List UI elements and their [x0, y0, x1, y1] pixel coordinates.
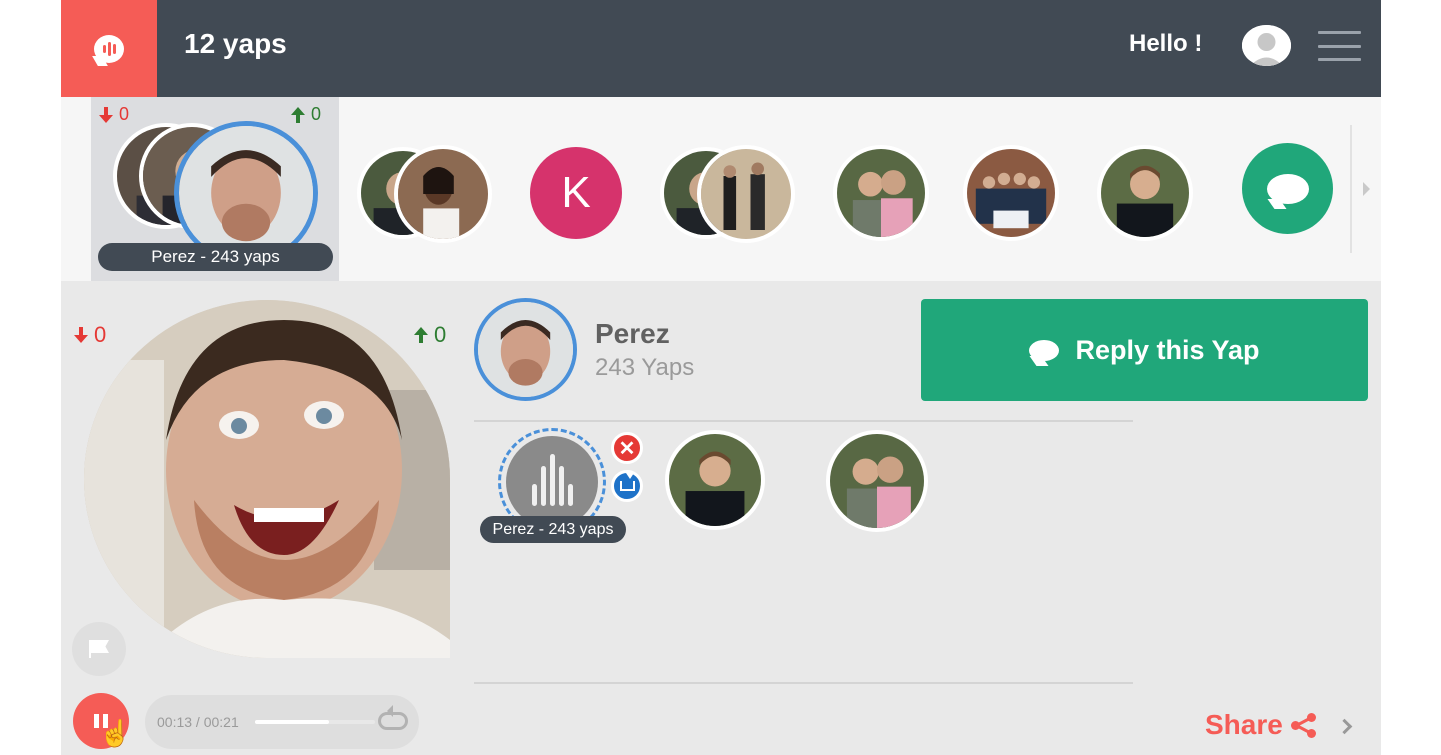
divider — [474, 420, 1133, 422]
repeat-icon[interactable] — [378, 712, 408, 730]
share-icon — [1290, 712, 1317, 738]
main-downvote[interactable]: 0 — [74, 322, 106, 348]
profile-yap-count: 243 Yaps — [595, 354, 695, 381]
strip-avatar-woman[interactable] — [394, 145, 492, 243]
progress-fill — [255, 720, 330, 724]
chat-bubble-icon — [1266, 173, 1309, 204]
main-yap-photo — [84, 300, 450, 658]
page-title: 12 yaps — [184, 28, 287, 59]
arrow-down-icon — [74, 327, 88, 343]
strip-avatar-two-friends[interactable] — [833, 145, 929, 241]
audio-wave-icon — [530, 453, 575, 511]
upvote-count[interactable]: 0 — [291, 104, 321, 125]
yap-app: 12 yaps Hello ! 0 0 Perez - 243 yaps K 0… — [61, 0, 1381, 755]
report-button[interactable] — [72, 622, 126, 676]
top-bar: 12 yaps Hello ! — [61, 0, 1381, 97]
chat-bubble-icon — [1029, 339, 1060, 361]
hand-cursor-icon: ☝ — [99, 718, 132, 748]
player-time: 00:13 / 00:21 — [157, 714, 239, 730]
chevron-right-icon[interactable] — [1336, 718, 1353, 735]
user-avatar[interactable] — [1242, 25, 1291, 66]
share-label: Share — [1205, 709, 1283, 740]
strip-divider — [1350, 125, 1352, 253]
strip-item-selected[interactable]: 0 0 Perez - 243 yaps — [91, 97, 339, 281]
reply-button[interactable]: Reply this Yap — [921, 299, 1368, 401]
profile-name[interactable]: Perez — [595, 318, 670, 350]
strip-avatar-k[interactable]: K — [530, 147, 622, 239]
arrow-up-icon — [414, 327, 428, 343]
delete-reply-button[interactable]: ✕ — [611, 432, 643, 464]
user-silhouette-icon — [1242, 25, 1291, 66]
reply-avatar-two-friends[interactable] — [826, 430, 928, 532]
download-reply-button[interactable] — [611, 470, 643, 502]
close-icon: ✕ — [618, 437, 636, 460]
hamburger-icon[interactable] — [1318, 31, 1361, 61]
yap-strip: 0 0 Perez - 243 yaps K — [61, 97, 1381, 281]
arrow-up-icon — [291, 106, 305, 123]
strip-next-arrow-icon[interactable] — [1363, 182, 1370, 196]
yap-logo-icon — [94, 34, 124, 63]
download-icon — [619, 473, 635, 491]
divider — [474, 682, 1133, 684]
audio-player[interactable]: 00:13 / 00:21 — [145, 695, 419, 749]
strip-selected-label: Perez - 243 yaps — [98, 243, 333, 271]
reply-button-label: Reply this Yap — [1075, 334, 1260, 365]
new-yap-button[interactable] — [1242, 143, 1333, 234]
strip-avatar-group-mirror[interactable] — [697, 145, 795, 243]
main-upvote[interactable]: 0 — [414, 322, 446, 348]
greeting-text: Hello ! — [1129, 30, 1203, 57]
strip-avatar-team[interactable] — [963, 145, 1059, 241]
reply-avatar-young-man[interactable] — [665, 430, 765, 530]
share-button[interactable]: Share — [1205, 709, 1317, 741]
reply-author-label: Perez - 243 yaps — [480, 516, 626, 543]
arrow-down-icon — [99, 106, 113, 123]
profile-avatar[interactable] — [474, 298, 577, 401]
progress-track[interactable] — [255, 720, 375, 724]
flag-icon — [89, 640, 109, 658]
strip-avatar-young-man[interactable] — [1097, 145, 1193, 241]
downvote-count[interactable]: 0 — [99, 104, 129, 125]
yap-logo-button[interactable] — [61, 0, 157, 97]
